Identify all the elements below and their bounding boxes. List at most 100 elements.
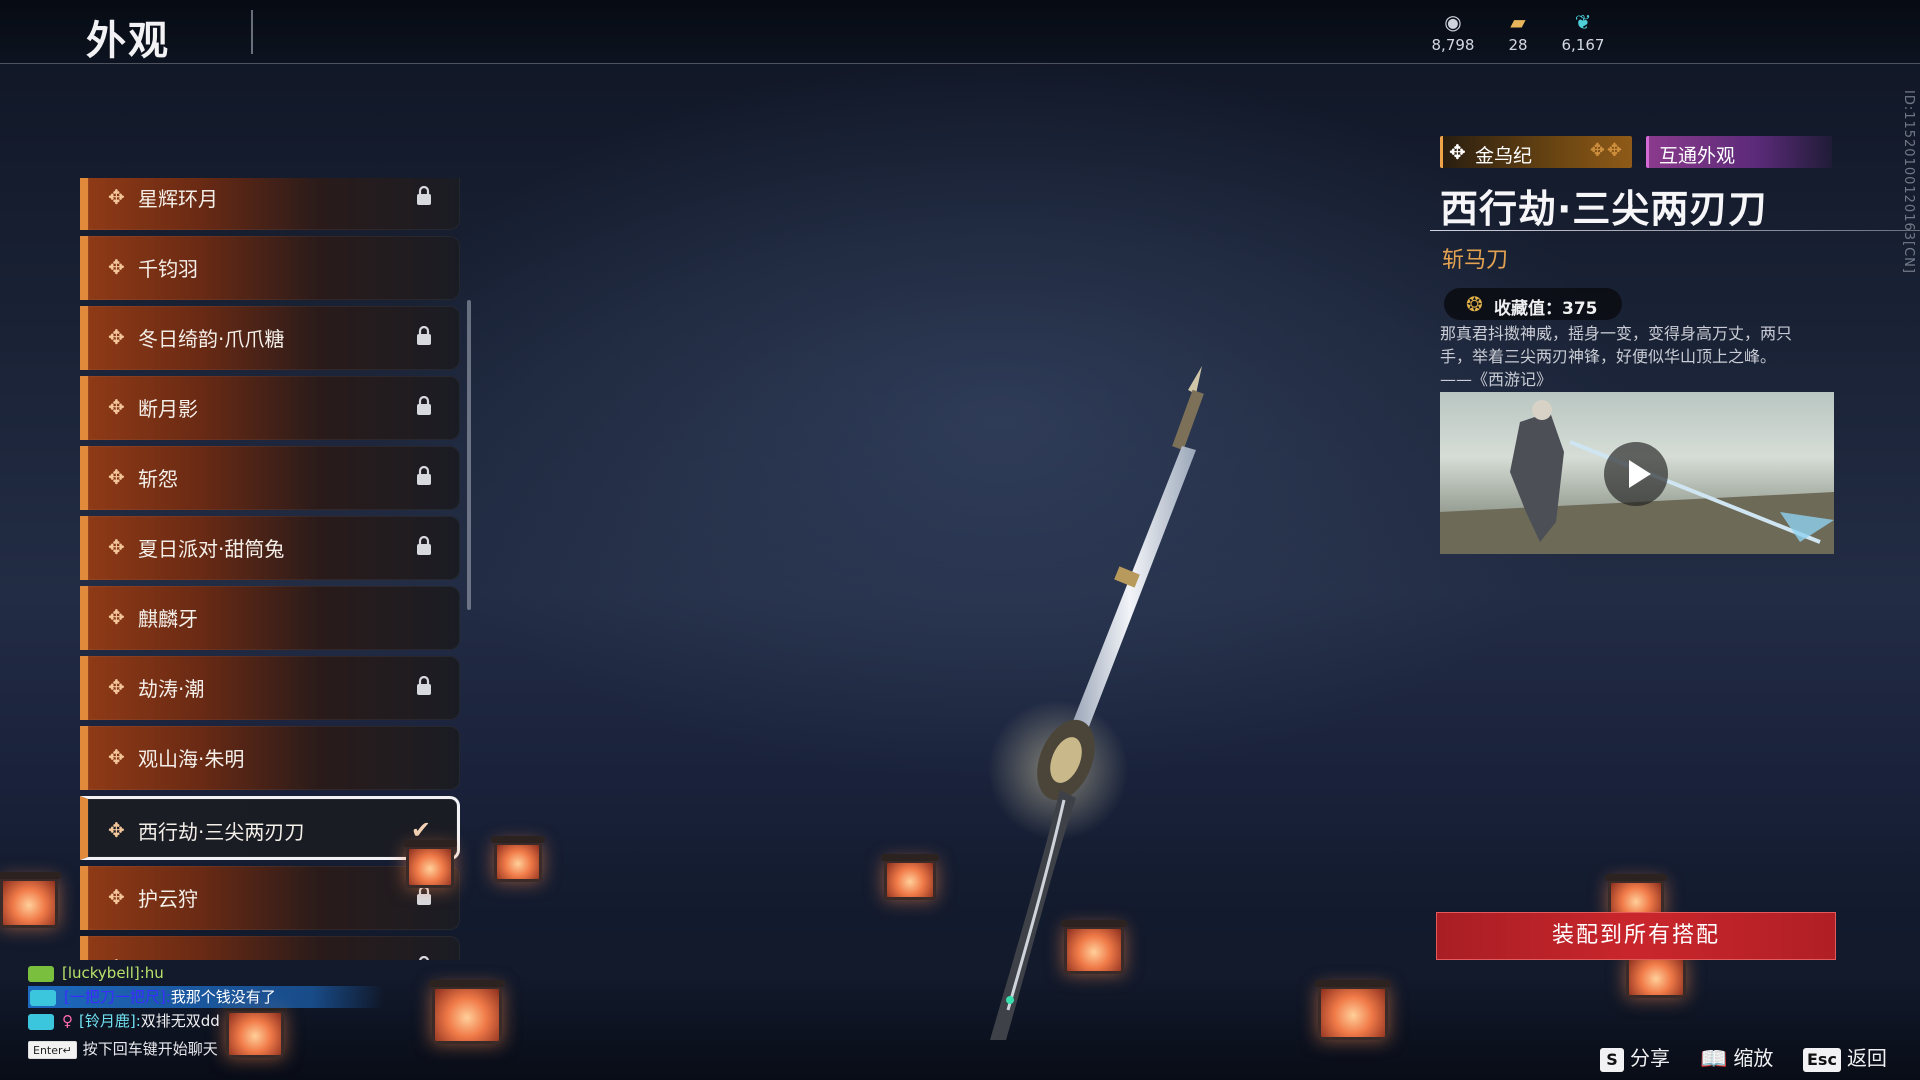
lock-icon (417, 326, 431, 345)
skin-item[interactable]: ✥ 千钧羽 (80, 236, 460, 300)
share-label: 分享 (1630, 1046, 1670, 1070)
silver-coin-icon: ◉ (1444, 10, 1462, 34)
lore-quote-line: 手，举着三尖两刃神锋，好便似华山顶上之峰。 (1440, 347, 1777, 366)
skin-item-label: 麒麟牙 (138, 607, 198, 631)
top-bar: 外观 ◉ 8,798 ▰ 28 ❦ 6,167 (0, 0, 1920, 64)
skin-emblem-icon: ✥ (108, 535, 125, 559)
currency-feather: ❦ 6,167 (1548, 10, 1618, 54)
weapon-model[interactable] (920, 350, 1240, 1050)
skin-item[interactable]: ✥ 斩怨 (80, 446, 460, 510)
zoom-book-icon: 📖 (1700, 1046, 1728, 1072)
currency-feather-value: 6,167 (1561, 36, 1605, 54)
skin-item-label: 星辉环月 (138, 187, 218, 211)
currency-silver-value: 8,798 (1431, 36, 1475, 54)
skin-item[interactable]: ✥ (80, 936, 460, 960)
equip-all-button[interactable]: 装配到所有搭配 (1436, 912, 1836, 960)
team-channel-icon (28, 1013, 54, 1030)
share-key: S (1600, 1047, 1624, 1072)
preview-video-thumbnail[interactable] (1440, 392, 1834, 554)
skin-item-label: 劫涛·潮 (138, 677, 205, 701)
collection-value-badge: ❂ 收藏值：375 (1444, 288, 1622, 320)
zoom-button[interactable]: 📖 缩放 (1700, 1044, 1773, 1072)
chat-message: ♀ [铃月鹿]:双排无双dd (28, 1010, 220, 1032)
lantern-decoration (0, 872, 61, 928)
series-tag-label: 金乌纪 (1475, 145, 1533, 167)
skin-item[interactable]: ✥ 劫涛·潮 (80, 656, 460, 720)
skin-name: 西行劫·三尖两刃刀 (1440, 187, 1768, 231)
series-emblem-icon: ✥ (1449, 140, 1466, 164)
lore-quote-source: ——《西游记》 (1440, 370, 1553, 389)
skin-item-selected[interactable]: ✥ 西行劫·三尖两刃刀 ✔ (80, 796, 460, 860)
back-button[interactable]: Esc 返回 (1803, 1044, 1887, 1072)
esc-key: Esc (1803, 1047, 1841, 1072)
share-button[interactable]: S 分享 (1600, 1044, 1670, 1072)
skin-detail-panel: ✥ 金乌纪 ✥✥ 互通外观 西行劫·三尖两刃刀 斩马刀 ❂ 收藏值：375 那真… (1430, 134, 1920, 564)
skin-item[interactable]: ✥ 观山海·朱明 (80, 726, 460, 790)
zoom-label: 缩放 (1733, 1046, 1774, 1070)
currency-silver: ◉ 8,798 (1418, 10, 1488, 54)
list-scrollbar[interactable] (467, 300, 471, 610)
skin-emblem-icon: ✥ (108, 605, 125, 629)
skin-emblem-icon: ✥ (108, 255, 125, 279)
skin-item-label: 千钧羽 (138, 257, 198, 281)
skin-emblem-icon: ✥ (108, 675, 125, 699)
shared-appearance-tag: 互通外观 (1646, 136, 1832, 168)
gold-ticket-icon: ▰ (1510, 10, 1526, 34)
skin-emblem-icon: ✥ (108, 325, 125, 349)
skin-item-label: 夏日派对·甜筒兔 (138, 537, 285, 561)
chat-hint-text: 按下回车键开始聊天 (82, 1040, 218, 1058)
lantern-decoration (403, 840, 457, 888)
back-label: 返回 (1846, 1046, 1887, 1070)
skin-item[interactable]: ✥ 星辉环月 (80, 178, 460, 230)
lock-icon (417, 536, 431, 555)
skin-item-label: 西行劫·三尖两刃刀 (138, 820, 305, 844)
lantern-decoration (1623, 950, 1689, 998)
collection-value: 收藏值：375 (1494, 299, 1598, 319)
world-channel-icon (28, 965, 54, 982)
chat-username: [铃月鹿]: (79, 1012, 141, 1030)
name-divider (1430, 230, 1920, 231)
chat-text: 双排无双dd (140, 1012, 220, 1030)
skin-item[interactable]: ✥ 断月影 (80, 376, 460, 440)
lock-icon (417, 186, 431, 205)
skin-emblem-icon: ✥ (108, 885, 125, 909)
skin-emblem-icon: ✥ (108, 818, 125, 842)
chat-panel[interactable]: [luckybell]:hu [一把刀一把尺]:我那个钱没有了 ♀ [铃月鹿]:双… (28, 960, 408, 1070)
lock-icon (419, 956, 429, 960)
lock-icon (417, 676, 431, 695)
series-tag: ✥ 金乌纪 ✥✥ (1440, 136, 1632, 168)
skin-item-label: 观山海·朱明 (138, 747, 245, 771)
skin-emblem-icon: ✥ (108, 465, 125, 489)
chat-username: [luckybell]:hu (62, 964, 164, 982)
play-icon[interactable] (1604, 442, 1668, 506)
skin-item[interactable]: ✥ 夏日派对·甜筒兔 (80, 516, 460, 580)
chat-message: [luckybell]:hu (28, 962, 164, 984)
lore-quote: 那真君抖擞神威，摇身一变，变得身高万丈，两只 手，举着三尖两刃神锋，好便似华山顶… (1440, 322, 1840, 391)
skin-item[interactable]: ✥ 冬日绮韵·爪爪糖 (80, 306, 460, 370)
lore-quote-line: 那真君抖擞神威，摇身一变，变得身高万丈，两只 (1440, 324, 1793, 343)
chat-username: [一把刀一把尺]: (64, 988, 171, 1006)
hotkey-bar: S 分享 📖 缩放 Esc 返回 (1600, 1044, 1910, 1072)
lock-icon (417, 466, 431, 485)
lock-icon (417, 886, 431, 905)
skin-emblem-icon: ✥ (108, 745, 125, 769)
skin-emblem-icon: ✥ (108, 395, 125, 419)
skin-item-label: 斩怨 (138, 467, 178, 491)
shared-tag-label: 互通外观 (1659, 145, 1736, 167)
chat-text: 我那个钱没有了 (170, 988, 276, 1006)
skin-item-label: 护云狩 (138, 887, 198, 911)
series-pattern-icon: ✥✥ (1589, 140, 1624, 161)
chat-hint[interactable]: Enter↵ 按下回车键开始聊天 (28, 1038, 218, 1060)
skin-emblem-icon: ✥ (108, 185, 125, 209)
skin-item-label: 冬日绮韵·爪爪糖 (138, 327, 285, 351)
page-title: 外观 (86, 18, 170, 64)
skin-item-label: 断月影 (138, 397, 198, 421)
skin-item[interactable]: ✥ 麒麟牙 (80, 586, 460, 650)
lock-icon (417, 396, 431, 415)
enter-key-icon: Enter↵ (28, 1040, 77, 1059)
lantern-decoration (429, 980, 505, 1044)
female-icon: ♀ (62, 1012, 73, 1030)
chat-message: [一把刀一把尺]:我那个钱没有了 (28, 986, 384, 1008)
skin-item[interactable]: ✥ 护云狩 (80, 866, 460, 930)
title-divider (251, 10, 253, 54)
